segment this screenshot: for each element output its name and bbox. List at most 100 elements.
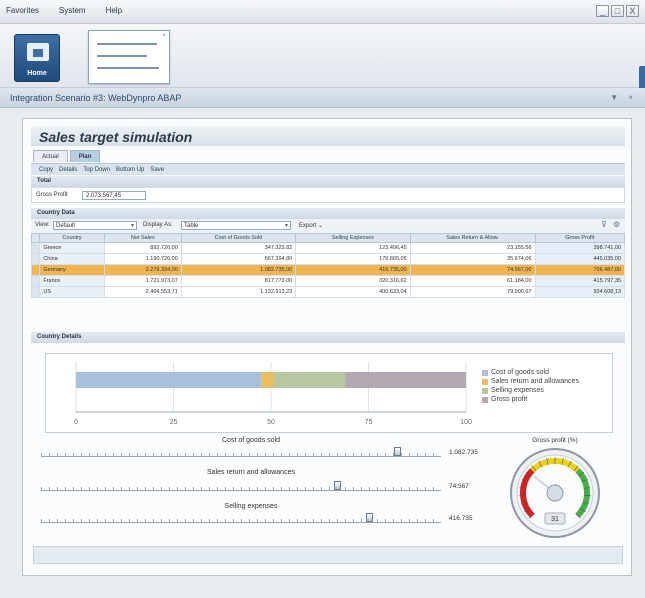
- scenario-title: Integration Scenario #3: WebDynpro ABAP: [10, 93, 182, 103]
- column-header[interactable]: Sales Return & Allow.: [409, 233, 536, 243]
- slider-returns[interactable]: [41, 481, 441, 491]
- copy-button[interactable]: Copy: [39, 167, 53, 173]
- close-button[interactable]: X: [626, 5, 639, 17]
- country-cell: Greece: [39, 242, 105, 254]
- row-selector[interactable]: [30, 264, 41, 276]
- legend-item: Sales return and allowances: [482, 377, 579, 386]
- gauge-hub: [546, 484, 564, 502]
- row-selector[interactable]: [30, 286, 41, 298]
- select-all-cell[interactable]: [30, 233, 41, 243]
- slider-selling[interactable]: [41, 513, 441, 523]
- table-row[interactable]: Greece 892.726,00 347.323,82 123.496,45 …: [30, 242, 625, 254]
- selling-cell: 400.633,04: [295, 286, 411, 298]
- gross-cell: 415.797,35: [534, 275, 625, 287]
- display-select[interactable]: Table ▼: [181, 221, 291, 230]
- home-icon: [27, 43, 49, 61]
- selling-cell: 179.665,05: [295, 253, 411, 265]
- net-sales-cell: 1.721.973,07: [103, 275, 182, 287]
- slider-value-selling: 416.735: [449, 515, 473, 522]
- gross-cell: 398.741,00: [534, 242, 625, 254]
- net-sales-cell: 892.726,00: [103, 242, 182, 254]
- menu-list: Favorites System Help: [6, 6, 122, 15]
- legend-swatch: [482, 396, 488, 403]
- chart-legend: Cost of goods sold Sales return and allo…: [482, 368, 579, 404]
- gauge-value: 31: [551, 516, 559, 523]
- export-button[interactable]: Export ⌄: [299, 222, 323, 229]
- save-button[interactable]: Save: [150, 167, 164, 173]
- column-header[interactable]: Selling Expenses: [295, 233, 411, 243]
- selling-cell: 416.735,00: [295, 264, 411, 276]
- thumbnail-line: [97, 55, 147, 57]
- gross-profit-field[interactable]: 2.073.567,45: [82, 191, 146, 200]
- table-row[interactable]: US 2.464.553,71 1.132.913,23 400.633,04 …: [30, 286, 625, 298]
- net-sales-cell: 1.190.726,00: [103, 253, 182, 265]
- thumbnail-close-icon[interactable]: ×: [162, 33, 166, 39]
- tick-label: 100: [460, 419, 472, 426]
- row-selector[interactable]: [30, 275, 41, 287]
- column-header[interactable]: Country: [39, 233, 105, 243]
- column-header[interactable]: Net Sales: [103, 233, 182, 243]
- bar-segment: [261, 372, 275, 388]
- table-row[interactable]: China 1.190.726,00 567.394,80 179.665,05…: [30, 253, 625, 265]
- top-down-button[interactable]: Top Down: [83, 167, 110, 173]
- gross-cell: 924.608,13: [534, 286, 625, 298]
- slider-cogs[interactable]: [41, 447, 441, 457]
- row-selector[interactable]: [30, 242, 41, 254]
- scenario-controls[interactable]: ▼ ×: [610, 93, 637, 102]
- thumbnail-line: [97, 43, 157, 45]
- thumbnail-line: [97, 67, 159, 69]
- tick-label: 50: [267, 419, 275, 426]
- window-thumbnail[interactable]: ×: [88, 30, 170, 84]
- slider-handle[interactable]: [366, 513, 373, 522]
- home-label: Home: [27, 70, 47, 77]
- legend-label: Selling expenses: [491, 387, 544, 394]
- returns-cell: 23.155,56: [409, 242, 536, 254]
- table-row-selected[interactable]: Germany 2.279.334,00 1.082.735,00 416.73…: [30, 264, 625, 276]
- slider-label-cogs: Cost of goods sold: [222, 437, 280, 444]
- country-cell: Germany: [39, 264, 105, 276]
- column-header[interactable]: Gross Profit: [534, 233, 625, 243]
- gross-profit-row: Gross Profit 2.073.567,45: [31, 187, 625, 203]
- tab-plan[interactable]: Plan: [69, 150, 101, 162]
- cogs-cell: 567.394,80: [180, 253, 297, 265]
- bottom-up-button[interactable]: Bottom Up: [116, 167, 144, 173]
- main-panel: Sales target simulation Actual Plan Copy…: [22, 118, 632, 576]
- table-row[interactable]: France 1.721.973,07 817.773,00 320.316,6…: [30, 275, 625, 287]
- legend-swatch: [482, 378, 488, 385]
- slider-handle[interactable]: [334, 481, 341, 490]
- cogs-cell: 1.082.735,00: [180, 264, 297, 276]
- tab-actual[interactable]: Actual: [33, 150, 68, 162]
- home-button[interactable]: Home: [14, 34, 60, 82]
- table-options: View: Default ▼ Display As: Table ▼ Expo…: [31, 219, 625, 233]
- minimize-button[interactable]: _: [596, 5, 609, 17]
- slider-label-selling: Selling expenses: [224, 503, 278, 510]
- legend-item: Gross profit: [482, 395, 579, 404]
- country-cell: US: [39, 286, 105, 298]
- maximize-button[interactable]: □: [611, 5, 624, 17]
- launch-strip: Home ×: [0, 24, 645, 92]
- slider-handle[interactable]: [394, 447, 401, 456]
- country-details-header: Country Details: [31, 332, 625, 343]
- bar-segment: [76, 372, 262, 388]
- legend-label: Cost of goods sold: [491, 369, 549, 376]
- selling-cell: 123.496,45: [295, 242, 411, 254]
- slider-label-returns: Sales return and allowances: [207, 469, 295, 476]
- row-selector[interactable]: [30, 253, 41, 265]
- column-header[interactable]: Cost of Goods Sold: [180, 233, 297, 243]
- selling-cell: 320.316,62: [295, 275, 411, 287]
- filter-icon[interactable]: ⊽: [601, 220, 607, 229]
- gauge-title: Gross profit (%): [532, 437, 578, 444]
- menu-favorites[interactable]: Favorites: [6, 6, 39, 15]
- page-title-bar: Sales target simulation: [31, 126, 625, 146]
- details-button[interactable]: Details: [59, 167, 77, 173]
- tick-label: 0: [74, 419, 78, 426]
- returns-cell: 74.567,00: [409, 264, 536, 276]
- returns-cell: 61.184,00: [409, 275, 536, 287]
- view-select-value: Default: [56, 223, 76, 229]
- view-select[interactable]: Default ▼: [53, 221, 137, 230]
- status-bar: [33, 546, 623, 564]
- cogs-cell: 817.773,00: [180, 275, 297, 287]
- menu-help[interactable]: Help: [106, 6, 122, 15]
- settings-icon[interactable]: ⚙: [613, 220, 620, 229]
- menu-system[interactable]: System: [59, 6, 86, 15]
